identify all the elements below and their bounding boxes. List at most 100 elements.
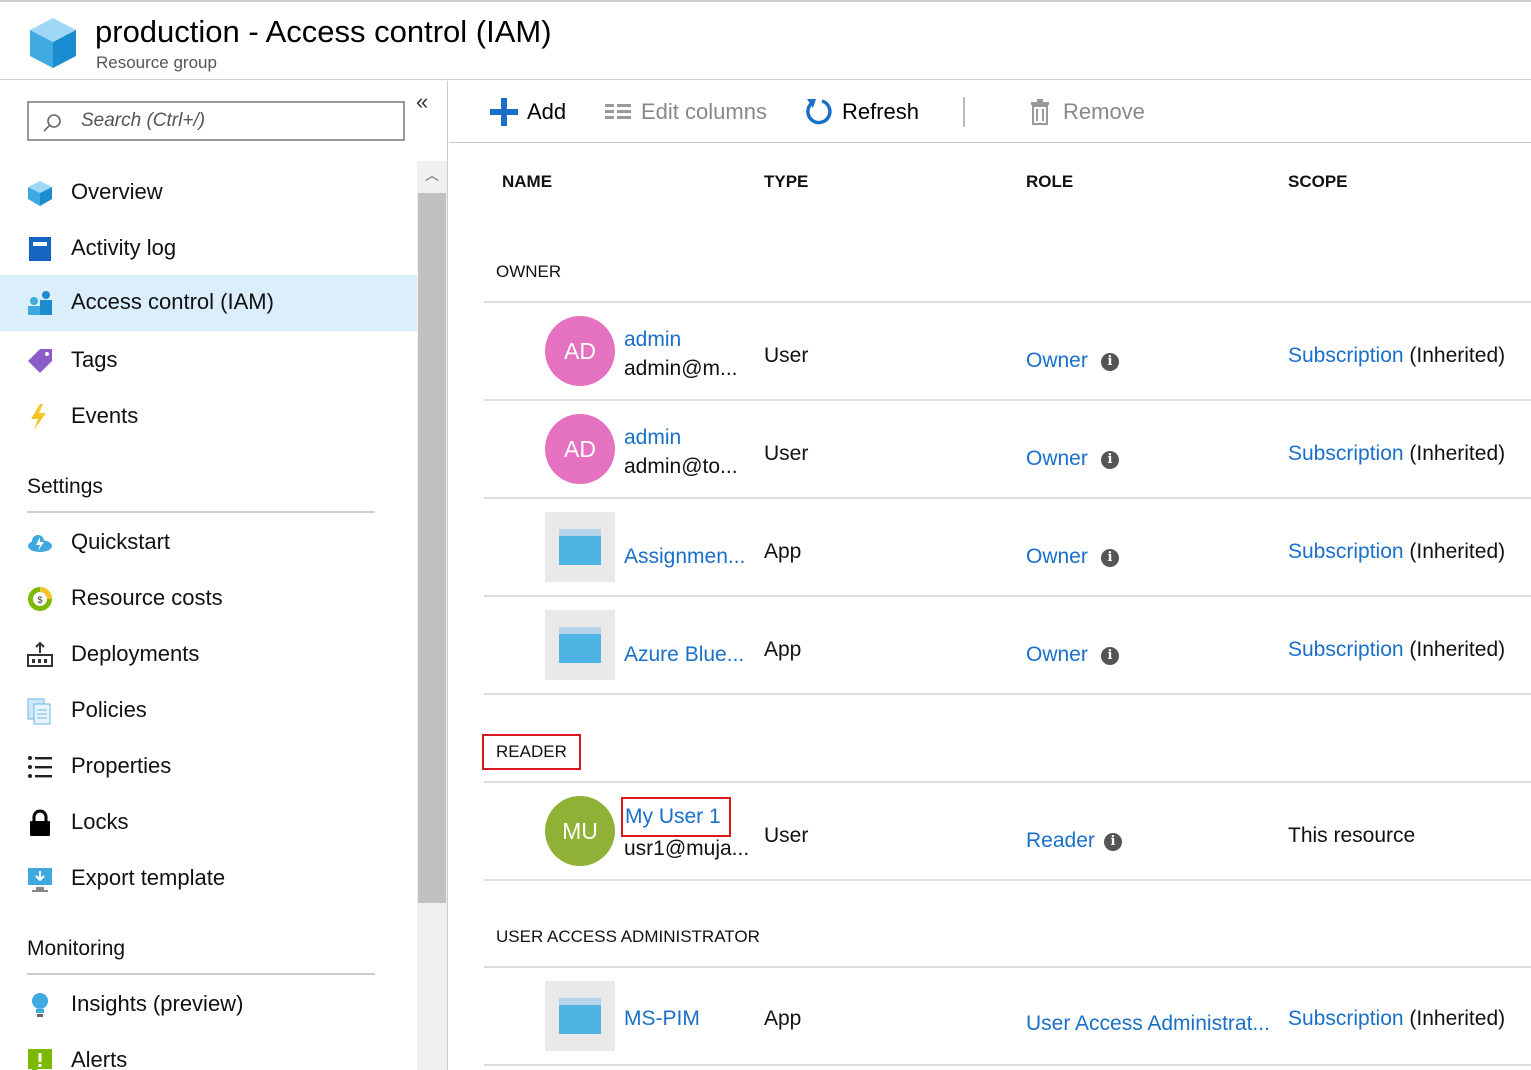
activity-log-icon <box>29 237 51 261</box>
search-input[interactable]: Search (Ctrl+/) <box>27 101 405 141</box>
table-row[interactable]: AD admin admin@m... User Owner i Subscri… <box>449 302 1531 400</box>
principal-name-link[interactable]: My User 1 <box>621 797 731 837</box>
scope-cell: Subscription (Inherited) <box>1288 540 1505 564</box>
scope-link[interactable]: Subscription <box>1288 638 1404 661</box>
sidebar-item-access-control[interactable]: Access control (IAM) <box>0 275 417 331</box>
sidebar-item-label: Resource costs <box>71 585 223 610</box>
info-icon[interactable]: i <box>1101 451 1119 469</box>
info-icon[interactable]: i <box>1104 833 1122 851</box>
scope-link[interactable]: Subscription <box>1288 344 1404 367</box>
role-assignments-table: NAME TYPE ROLE SCOPE OWNER AD admin admi… <box>449 144 1531 1070</box>
scroll-up-arrow-icon[interactable]: ︿ <box>421 165 443 185</box>
scope-link[interactable]: Subscription <box>1288 442 1404 465</box>
principal-email: admin@to... <box>624 455 738 478</box>
principal-name-link[interactable]: admin <box>624 328 681 352</box>
cloud-icon <box>28 535 52 552</box>
blade-header: production - Access control (IAM) Resour… <box>0 0 1531 80</box>
info-icon[interactable]: i <box>1101 549 1119 567</box>
sidebar-item-alerts[interactable]: Alerts <box>0 1033 417 1070</box>
column-header-role[interactable]: ROLE <box>1026 172 1073 192</box>
refresh-icon <box>806 99 832 125</box>
principal-name-link[interactable]: Azure Blue... <box>624 643 744 667</box>
info-icon[interactable]: i <box>1101 353 1119 371</box>
app-icon <box>545 610 615 680</box>
refresh-label: Refresh <box>842 99 920 124</box>
sidebar-item-export-template[interactable]: Export template <box>0 851 417 907</box>
role-link[interactable]: Owner <box>1026 447 1088 471</box>
search-icon <box>43 114 61 132</box>
monitoring-heading: Monitoring <box>27 937 126 960</box>
search-placeholder: Search (Ctrl+/) <box>81 110 206 131</box>
sidebar-item-policies[interactable]: Policies <box>0 683 417 739</box>
sidebar-item-quickstart[interactable]: Quickstart <box>0 515 417 571</box>
settings-heading: Settings <box>27 475 103 498</box>
table-row[interactable]: Azure Blue... App Owner i Subscription (… <box>449 596 1531 694</box>
trash-icon <box>1031 99 1049 125</box>
collapse-sidebar-icon[interactable]: « <box>416 89 428 115</box>
sidebar-item-label: Properties <box>71 753 172 778</box>
sidebar-item-activity-log[interactable]: Activity log <box>0 221 417 277</box>
add-button-label: Add <box>527 99 567 124</box>
principal-type: User <box>764 824 809 847</box>
sidebar-item-label: Overview <box>71 179 163 204</box>
sidebar-item-overview[interactable]: Overview <box>0 165 417 221</box>
column-header-type[interactable]: TYPE <box>764 172 808 192</box>
principal-type: User <box>764 442 809 465</box>
page-subtitle: Resource group <box>96 53 217 72</box>
info-icon[interactable]: i <box>1101 647 1119 665</box>
deployments-icon <box>27 641 53 667</box>
role-link[interactable]: Reader <box>1026 829 1095 853</box>
scope-link[interactable]: Subscription <box>1288 1007 1404 1030</box>
avatar: AD <box>545 414 615 484</box>
scrollbar-thumb[interactable] <box>418 193 446 903</box>
sidebar-item-label: Tags <box>71 347 118 372</box>
principal-name-link[interactable]: admin <box>624 426 681 450</box>
role-link[interactable]: User Access Administrat... <box>1026 1012 1270 1036</box>
column-header-scope[interactable]: SCOPE <box>1288 172 1348 192</box>
table-row[interactable]: MS-PIM App User Access Administrat... Su… <box>449 967 1531 1065</box>
table-row[interactable]: MU My User 1 usr1@muja... User Reader i … <box>449 782 1531 880</box>
export-icon <box>28 868 52 892</box>
principal-email: admin@m... <box>624 357 738 380</box>
sidebar-item-label: Deployments <box>71 641 200 666</box>
resource-group-cube-icon <box>30 18 76 68</box>
app-icon <box>545 512 615 582</box>
scope-cell: Subscription (Inherited) <box>1288 638 1505 662</box>
sidebar-item-events[interactable]: Events <box>0 389 417 445</box>
divider <box>27 511 375 513</box>
refresh-button[interactable]: Refresh <box>804 95 919 129</box>
remove-button[interactable]: Remove <box>1025 95 1145 129</box>
sidebar-item-label: Activity log <box>71 235 177 260</box>
table-row[interactable]: Assignmen... App Owner i Subscription (I… <box>449 498 1531 596</box>
lightning-icon <box>31 404 46 430</box>
divider <box>27 973 375 975</box>
role-link[interactable]: Owner <box>1026 349 1088 373</box>
principal-type: App <box>764 1007 802 1030</box>
sidebar-item-insights[interactable]: Insights (preview) <box>0 977 417 1033</box>
remove-label: Remove <box>1063 99 1145 124</box>
tag-icon <box>28 349 52 373</box>
scope-link[interactable]: Subscription <box>1288 540 1404 563</box>
principal-name-link[interactable]: Assignmen... <box>624 545 745 569</box>
sidebar-item-label: Export template <box>71 865 226 890</box>
principal-email: usr1@muja... <box>624 837 750 860</box>
scope-note: (Inherited) <box>1409 442 1506 465</box>
sidebar-item-resource-costs[interactable]: $ Resource costs <box>0 571 417 627</box>
sidebar-item-properties[interactable]: Properties <box>0 739 417 795</box>
role-link[interactable]: Owner <box>1026 545 1088 569</box>
add-button[interactable]: Add <box>489 95 566 129</box>
role-link[interactable]: Owner <box>1026 643 1088 667</box>
sidebar-item-locks[interactable]: Locks <box>0 795 417 851</box>
sidebar-scrollbar[interactable]: ︿ <box>417 161 447 1070</box>
sidebar-item-label: Insights (preview) <box>71 991 244 1016</box>
principal-name-link[interactable]: MS-PIM <box>624 1007 700 1031</box>
sidebar-item-tags[interactable]: Tags <box>0 333 417 389</box>
column-header-name[interactable]: NAME <box>502 172 552 192</box>
sidebar-item-deployments[interactable]: Deployments <box>0 627 417 683</box>
cube-icon <box>28 181 52 206</box>
edit-columns-button[interactable]: Edit columns <box>603 95 767 129</box>
scope-note: This resource <box>1288 824 1416 847</box>
lock-icon <box>30 809 50 836</box>
table-row[interactable]: AD admin admin@to... User Owner i Subscr… <box>449 400 1531 498</box>
scope-cell: This resource <box>1288 824 1415 848</box>
